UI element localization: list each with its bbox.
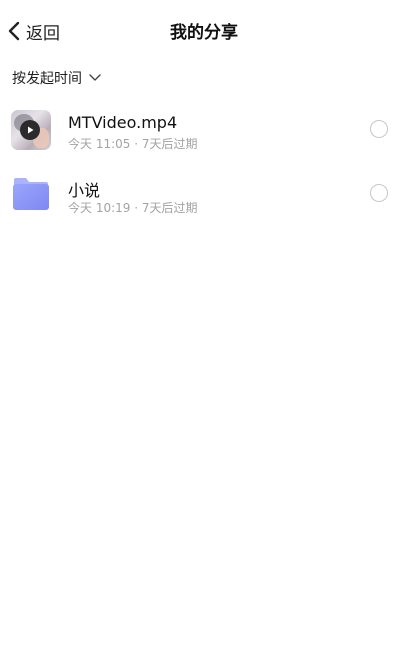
- item-meta: 今天 10:19 · 7天后过期: [68, 201, 198, 215]
- sort-label: 按发起时间: [12, 71, 82, 87]
- play-icon: [20, 120, 40, 140]
- page-title: 我的分享: [170, 23, 238, 43]
- list-item[interactable]: 小说 今天 10:19 · 7天后过期: [0, 162, 408, 226]
- folder-icon: [11, 176, 51, 212]
- item-name: 小说: [68, 181, 101, 200]
- chevron-down-icon: [82, 73, 102, 83]
- sort-dropdown[interactable]: 按发起时间: [12, 66, 102, 90]
- list-item[interactable]: MTVideo.mp4 今天 11:05 · 7天后过期: [0, 98, 408, 162]
- select-radio[interactable]: [370, 120, 388, 138]
- video-thumbnail: [11, 110, 51, 150]
- select-radio[interactable]: [370, 184, 388, 202]
- item-name: MTVideo.mp4: [68, 113, 178, 132]
- nav-bar: 返回 我的分享: [0, 0, 408, 62]
- item-meta: 今天 11:05 · 7天后过期: [68, 137, 198, 151]
